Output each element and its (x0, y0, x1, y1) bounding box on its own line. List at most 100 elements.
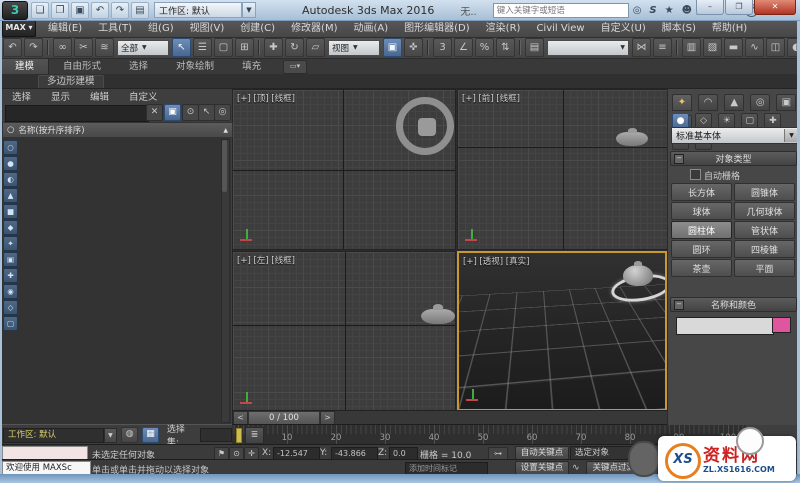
sort-ascending-icon[interactable]: ▲ (223, 127, 228, 134)
viewport-left-label[interactable]: [+] [左] [线框] (237, 254, 295, 266)
new-scene-icon[interactable]: ❏ (31, 1, 49, 19)
cylinder-button[interactable]: 圆柱体 (671, 221, 732, 239)
explorer-menu-select[interactable]: 选择 (2, 89, 41, 103)
menu-views[interactable]: 视图(V) (182, 21, 233, 37)
key-wave-icon[interactable]: ∿ (572, 463, 580, 473)
filter-geometry-icon[interactable]: ○ (3, 140, 18, 155)
undo-icon[interactable]: ↶ (91, 1, 109, 19)
spinner-snap-icon[interactable]: ⇅ (496, 38, 515, 57)
select-object-icon[interactable]: ↖ (172, 38, 191, 57)
viewport-front-label[interactable]: [+] [前] [线框] (462, 92, 520, 104)
previous-frame-button[interactable]: < (233, 411, 248, 425)
viewport-perspective-label[interactable]: [+] [透视] [真实] (463, 255, 529, 267)
object-color-swatch[interactable] (772, 317, 791, 333)
clear-search-icon[interactable]: ✕ (146, 104, 163, 121)
percent-snap-icon[interactable]: % (475, 38, 494, 57)
workspace-dropdown-arrow[interactable]: ▼ (242, 2, 256, 18)
explorer-scrollbar-thumb[interactable] (222, 140, 227, 192)
teapot-button[interactable]: 茶壶 (671, 259, 732, 277)
explorer-menu-edit[interactable]: 编辑 (80, 89, 119, 103)
menu-help[interactable]: 帮助(H) (704, 21, 755, 37)
select-and-link-icon[interactable]: ∞ (53, 38, 72, 57)
selection-lock-icon[interactable]: ▦ (142, 427, 159, 443)
set-key-button[interactable]: 设置关键点 (515, 461, 569, 475)
scene-explorer-toggle-icon[interactable]: ▥ (682, 38, 701, 57)
cone-button[interactable]: 圆锥体 (734, 183, 795, 201)
search-icon[interactable]: ◎ (633, 5, 642, 16)
pick-parent-icon[interactable]: ↖ (198, 104, 215, 121)
viewport-perspective[interactable]: [+] [透视] [真实] (457, 251, 667, 411)
menu-modifiers[interactable]: 修改器(M) (283, 21, 345, 37)
filter-shapes-icon[interactable]: ● (3, 156, 18, 171)
filter-helpers-icon[interactable]: ■ (3, 204, 18, 219)
pyramid-button[interactable]: 四棱锥 (734, 240, 795, 258)
ribbon-toggle-icon[interactable]: ▬ (724, 38, 743, 57)
collapse-icon[interactable]: − (674, 300, 684, 310)
reference-coordinate-dropdown[interactable]: 视图 ▼ (328, 39, 380, 56)
mirror-icon[interactable]: ⋈ (632, 38, 651, 57)
filter-groups-icon[interactable]: ✦ (3, 236, 18, 251)
layer-explorer-toggle-icon[interactable]: ▧ (703, 38, 722, 57)
menu-edit[interactable]: 编辑(E) (40, 21, 90, 37)
filter-cameras-icon[interactable]: ▲ (3, 188, 18, 203)
redo-icon[interactable]: ↷ (24, 38, 43, 57)
select-and-scale-icon[interactable]: ▱ (306, 38, 325, 57)
schematic-view-icon[interactable]: ◫ (766, 38, 785, 57)
sphere-button[interactable]: 球体 (671, 202, 732, 220)
unlink-selection-icon[interactable]: ✂ (74, 38, 93, 57)
select-and-manipulate-icon[interactable]: ✜ (404, 38, 423, 57)
selection-set-dropdown[interactable] (200, 428, 232, 442)
max-application-menu[interactable]: MAX ▾ (2, 20, 36, 37)
collapse-icon[interactable]: − (674, 154, 684, 164)
plane-button[interactable]: 平面 (734, 259, 795, 277)
viewport-front[interactable]: [+] [前] [线框] (457, 89, 669, 250)
select-by-name-icon[interactable]: ☰ (193, 38, 212, 57)
maximize-button[interactable]: ❐ (725, 0, 753, 15)
menu-civil-view[interactable]: Civil View (528, 21, 592, 37)
geometry-category-dropdown[interactable]: 标准基本体 ▼ (671, 127, 799, 144)
geosphere-button[interactable]: 几何球体 (734, 202, 795, 220)
user-icon[interactable]: ☻ (682, 5, 692, 16)
undo-icon[interactable]: ↶ (3, 38, 22, 57)
explorer-search-input[interactable] (5, 105, 149, 122)
menu-animation[interactable]: 动画(A) (346, 21, 397, 37)
project-folder-icon[interactable]: ▤ (131, 1, 149, 19)
bind-to-space-warp-icon[interactable]: ≋ (95, 38, 114, 57)
use-pivot-center-icon[interactable]: ▣ (383, 38, 402, 57)
viewport-top[interactable]: [+] [顶] [线框] (232, 89, 456, 250)
filter-objects-icon[interactable]: ▢ (3, 316, 18, 331)
name-color-rollout[interactable]: − 名称和颜色 (670, 297, 797, 312)
menu-create[interactable]: 创建(C) (232, 21, 283, 37)
selection-region-icon[interactable]: ▢ (214, 38, 233, 57)
workspace-selector-arrow[interactable]: ▼ (103, 427, 118, 443)
window-crossing-icon[interactable]: ⊞ (235, 38, 254, 57)
curve-editor-icon[interactable]: ∿ (745, 38, 764, 57)
menu-rendering[interactable]: 渲染(R) (478, 21, 529, 37)
close-button[interactable]: ✕ (754, 0, 796, 15)
select-and-move-icon[interactable]: ✚ (264, 38, 283, 57)
box-button[interactable]: 长方体 (671, 183, 732, 201)
viewport-top-label[interactable]: [+] [顶] [线框] (237, 92, 295, 104)
filter-spacewarps-icon[interactable]: ◆ (3, 220, 18, 235)
save-file-icon[interactable]: ▣ (71, 1, 89, 19)
open-file-icon[interactable]: ❐ (51, 1, 69, 19)
explorer-menu-display[interactable]: 显示 (41, 89, 80, 103)
menu-scripting[interactable]: 脚本(S) (654, 21, 704, 37)
search-input[interactable] (492, 2, 629, 18)
next-frame-button[interactable]: > (320, 411, 335, 425)
selection-filter-dropdown[interactable]: 全部 ▼ (117, 39, 169, 56)
filter-containers-icon[interactable]: ◉ (3, 284, 18, 299)
mini-curve-editor-button[interactable]: ≣ (245, 427, 264, 444)
redo-icon[interactable]: ↷ (111, 1, 129, 19)
object-name-field[interactable] (676, 317, 774, 335)
select-and-rotate-icon[interactable]: ↻ (285, 38, 304, 57)
maxscript-mini-listener[interactable] (2, 446, 88, 460)
menu-tools[interactable]: 工具(T) (90, 21, 140, 37)
polygon-modeling-panel[interactable]: 多边形建模 (38, 75, 104, 88)
menu-group[interactable]: 组(G) (140, 21, 182, 37)
favorites-star-icon[interactable]: ★ (665, 5, 674, 16)
viewport-left[interactable]: [+] [左] [线框] (232, 251, 456, 413)
auto-key-button[interactable]: 自动关键点 (515, 446, 569, 460)
menu-customize[interactable]: 自定义(U) (593, 21, 654, 37)
time-slider-handle[interactable]: 0 / 100 (248, 411, 320, 425)
